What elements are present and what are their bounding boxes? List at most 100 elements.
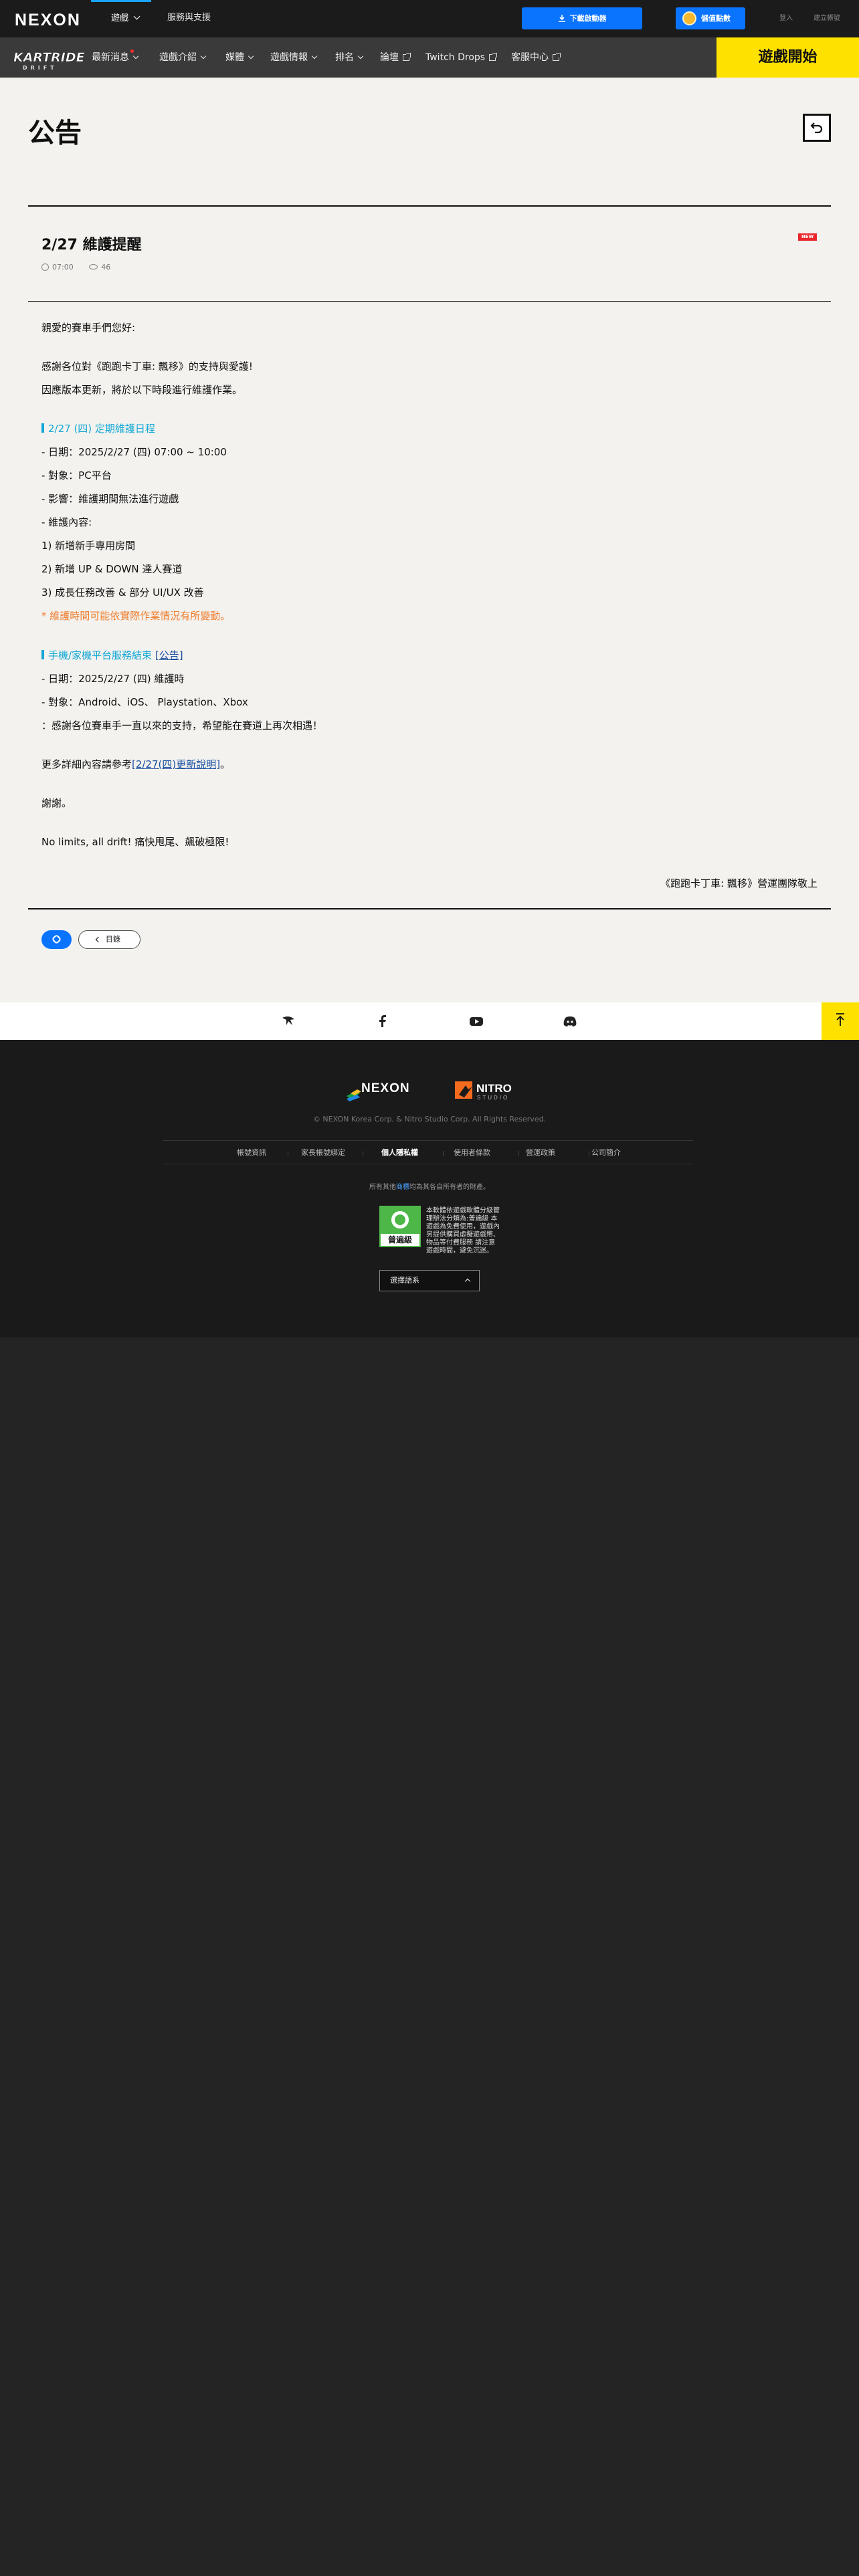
- post-title: 2/27 維護提醒: [41, 237, 142, 253]
- topnav-games-label: 遊戲: [111, 13, 129, 23]
- divider: [28, 908, 831, 909]
- gnav-news[interactable]: 最新消息: [92, 37, 139, 78]
- chevron-down-icon: [132, 53, 139, 60]
- signature-text: 《跑跑卡丁車: 飄移》營運團隊敬上: [660, 877, 818, 889]
- gnav-game-info-label: 遊戲情報: [270, 52, 308, 63]
- coin-icon: [682, 11, 696, 25]
- svg-text:KARTRIDER: KARTRIDER: [13, 50, 84, 65]
- nitro-studio-logo: NITRO STUDIO: [455, 1081, 512, 1101]
- more-info-text: 更多詳細內容請參考[2/27(四)更新說明]。: [41, 757, 230, 771]
- list-button[interactable]: 目錄: [78, 930, 140, 949]
- target2-text: - 對象：Android、iOS、 Playstation、Xbox: [41, 696, 248, 708]
- discord-icon[interactable]: [563, 1014, 577, 1029]
- gnav-media[interactable]: 媒體: [225, 37, 254, 78]
- update-notes-link[interactable]: [2/27(四)更新說明]: [132, 758, 220, 770]
- new-dot: [130, 49, 134, 53]
- chevron-down-icon: [311, 53, 318, 60]
- download-label: 下載啟動器: [569, 14, 607, 23]
- footer-link-company[interactable]: 公司簡介: [591, 1141, 621, 1165]
- farewell-text: ：感謝各位賽車手一直以來的支持，希望能在賽道上再次相遇！: [41, 720, 323, 732]
- download-icon: [558, 15, 565, 22]
- trademark-link[interactable]: 商標: [396, 1184, 409, 1191]
- notice-text: 因應版本更新，將於以下時段進行維護作業。: [41, 384, 243, 396]
- rating-description: 本軟體依遊戲軟體分級管理辦法分類為:普遍級 本遊戲為免費使用，遊戲內另提供購買虛…: [426, 1207, 500, 1255]
- footer-links: 帳號資訊 家長帳號綁定 個人隱私權 使用者條款 營運政策 公司簡介: [163, 1140, 693, 1164]
- copyright-text: © NEXON Korea Corp. & Nitro Studio Corp.…: [312, 1115, 547, 1123]
- arrow-up-icon: [836, 1013, 844, 1026]
- post-views: 46: [101, 262, 111, 272]
- impact1-text: - 影響：維護期間無法進行遊戲: [41, 493, 179, 505]
- svg-text:STUDIO: STUDIO: [477, 1095, 509, 1101]
- facebook-icon[interactable]: [375, 1014, 390, 1029]
- youtube-icon[interactable]: [469, 1014, 484, 1029]
- gnav-forum-label: 論壇: [380, 52, 399, 63]
- trademark-prefix: 所有其他: [369, 1184, 396, 1191]
- new-badge: NEW: [798, 233, 817, 241]
- more-prefix: 更多詳細內容請參考: [41, 758, 132, 770]
- nexon-bird-icon[interactable]: [281, 1014, 296, 1029]
- download-launcher-button[interactable]: 下載啟動器: [522, 7, 642, 29]
- gnav-twitch-drops-label: Twitch Drops: [425, 52, 486, 63]
- gnav-media-label: 媒體: [225, 52, 244, 63]
- thanks-short-text: 謝謝。: [41, 797, 72, 809]
- gnav-twitch-drops[interactable]: Twitch Drops: [425, 37, 498, 78]
- greeting-text: 親愛的賽車手們您好:: [41, 322, 136, 334]
- date2-text: - 日期：2025/2/27 (四) 維護時: [41, 673, 185, 685]
- trademark-text: 所有其他商標均為其各自所有者的財產。: [0, 1181, 859, 1191]
- page-title: 公告: [28, 118, 82, 148]
- rating-top: [381, 1207, 419, 1234]
- signup-link[interactable]: 建立帳號: [814, 0, 840, 37]
- svg-text:NITRO: NITRO: [476, 1082, 512, 1095]
- nexon-logo[interactable]: NEXON: [15, 11, 81, 30]
- rating-badge: 普遍級: [379, 1206, 421, 1247]
- announcement-link[interactable]: [公告]: [155, 649, 183, 661]
- section-bar: [41, 423, 44, 433]
- language-select[interactable]: 選擇語系: [379, 1270, 480, 1291]
- post-time: 07:00: [52, 262, 74, 272]
- external-link-icon: [403, 53, 411, 61]
- item1-text: 1) 新增新手專用房間: [41, 540, 136, 552]
- social-bar: [0, 1002, 859, 1040]
- footer-link-terms[interactable]: 使用者條款: [454, 1141, 490, 1165]
- chevron-down-icon: [248, 53, 254, 60]
- footer-link-privacy[interactable]: 個人隱私權: [381, 1141, 418, 1165]
- back-arrow-icon: [810, 122, 823, 134]
- gnav-ranking[interactable]: 排名: [335, 37, 364, 78]
- topnav-games[interactable]: 遊戲: [91, 0, 151, 37]
- target1-text: - 對象：PC平台: [41, 469, 112, 481]
- thanks-text: 感謝各位對《跑跑卡丁車: 飄移》的支持與愛護!: [41, 360, 253, 372]
- topnav-support[interactable]: 服務與支援: [167, 0, 211, 37]
- item2-text: 2) 新增 UP & DOWN 達人賽道: [41, 563, 183, 575]
- chevron-down-icon: [133, 13, 140, 20]
- gnav-game-intro-label: 遊戲介紹: [159, 52, 197, 63]
- kartrider-drift-logo[interactable]: KARTRIDER DRIFT: [11, 44, 84, 72]
- rating-circle-icon: [391, 1211, 409, 1228]
- trademark-suffix: 均為其各自所有者的財產。: [409, 1184, 490, 1191]
- language-select-label: 選擇語系: [390, 1276, 419, 1285]
- section1-title-text: 2/27 (四) 定期維護日程: [48, 423, 155, 435]
- copy-link-button[interactable]: [41, 930, 72, 949]
- game-start-button[interactable]: 遊戲開始: [717, 37, 859, 78]
- gnav-support[interactable]: 客服中心: [511, 37, 561, 78]
- back-to-top-button[interactable]: [822, 1002, 859, 1040]
- item3-text: 3) 成長任務改善 & 部分 UI/UX 改善: [41, 586, 204, 599]
- buy-points-label: 儲值點數: [701, 14, 731, 23]
- gnav-game-intro[interactable]: 遊戲介紹: [159, 37, 207, 78]
- warning-text: * 維護時間可能依實際作業情況有所變動。: [41, 610, 231, 622]
- footer-link-policy[interactable]: 營運政策: [526, 1141, 555, 1165]
- footer-link-account[interactable]: 帳號資訊: [237, 1141, 266, 1165]
- external-link-icon: [553, 53, 561, 61]
- chevron-up-icon: [464, 1278, 471, 1285]
- svg-text:DRIFT: DRIFT: [23, 65, 58, 71]
- clock-icon: [41, 263, 49, 271]
- footer-link-parental[interactable]: 家長帳號綁定: [301, 1141, 345, 1165]
- gnav-game-info[interactable]: 遊戲情報: [270, 37, 318, 78]
- buy-points-button[interactable]: 儲值點數: [676, 7, 745, 29]
- gnav-forum[interactable]: 論壇: [380, 37, 411, 78]
- back-button[interactable]: [803, 114, 831, 142]
- section2-title-text: 手機/家機平台服務結束: [48, 649, 153, 661]
- section2-title: 手機/家機平台服務結束 [公告]: [41, 648, 183, 662]
- login-link[interactable]: 登入: [779, 0, 793, 37]
- external-link-icon: [489, 53, 498, 61]
- notice-content: 公告 2/27 維護提醒 NEW 07:00 46 親愛的賽車手們您好: 感謝各…: [0, 78, 859, 1002]
